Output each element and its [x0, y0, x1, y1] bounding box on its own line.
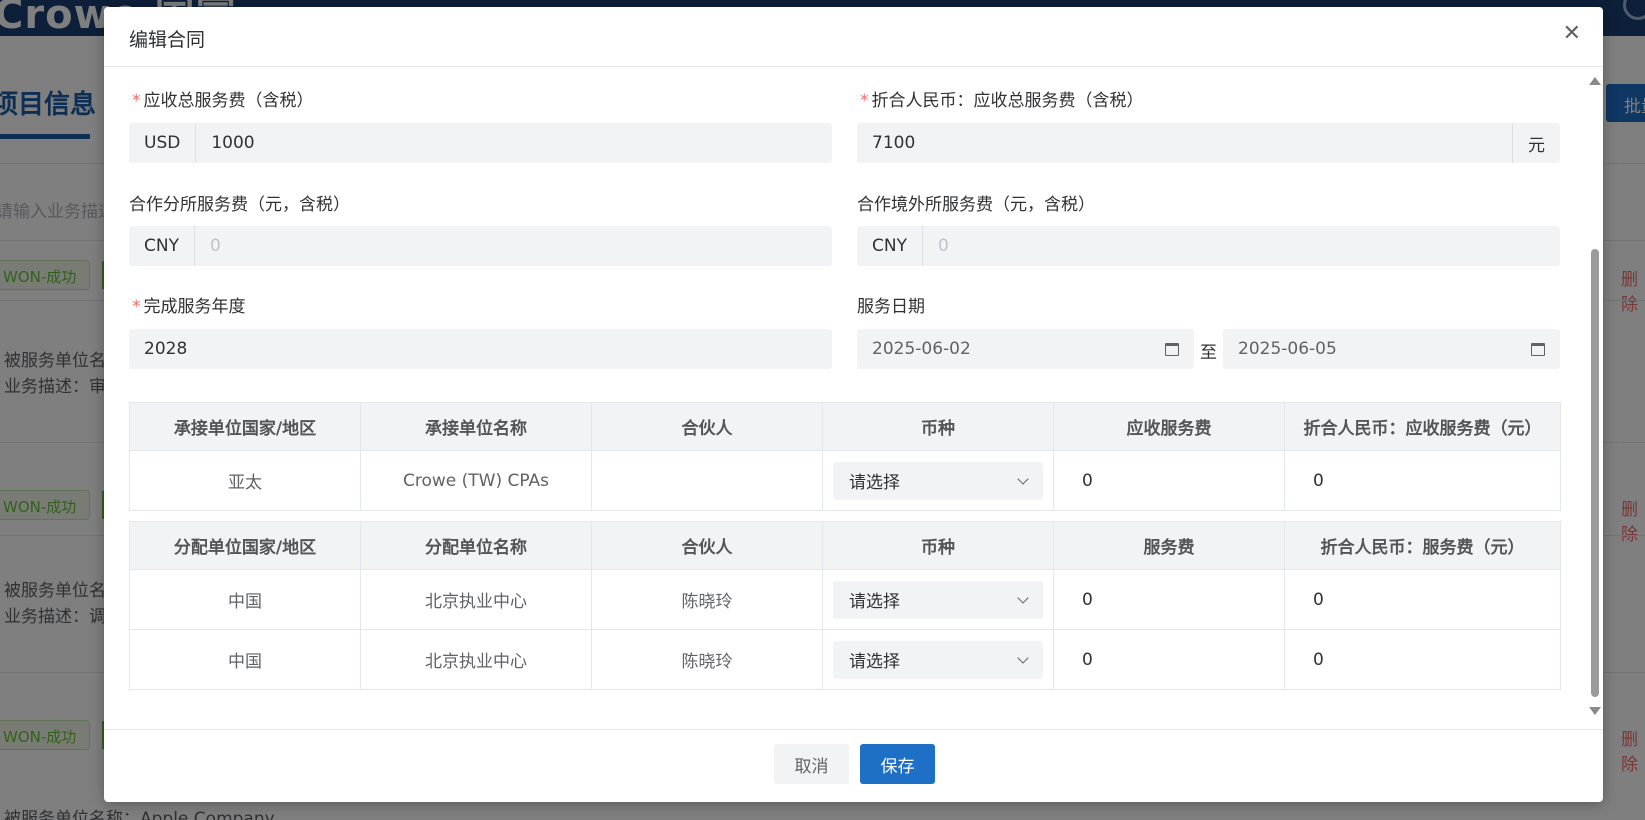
rmb-total-value[interactable]: 7100	[857, 133, 1512, 153]
undertake-unit-table: 承接单位国家/地区 承接单位名称 合伙人 币种 应收服务费 折合人民币：应收服务…	[129, 402, 1561, 511]
scroll-up-arrow-icon[interactable]	[1589, 77, 1601, 85]
service-year-value[interactable]: 2028	[129, 339, 832, 359]
service-date-end[interactable]: 2025-06-05	[1223, 329, 1560, 369]
column-header: 合伙人	[591, 402, 823, 451]
column-header: 承接单位名称	[360, 402, 592, 451]
unit-name-cell: 北京执业中心	[360, 629, 592, 690]
rmb-fee-cell: 0	[1284, 569, 1561, 630]
date-range-separator: 至	[1200, 343, 1217, 363]
currency-select-value: 请选择	[849, 592, 900, 612]
column-header: 承接单位国家/地区	[129, 402, 361, 451]
currency-prefix: CNY	[129, 226, 195, 266]
overseas-fee-label: 合作境外所服务费（元，含税）	[857, 195, 1095, 215]
dialog-footer: 取消 保存	[104, 729, 1603, 802]
partner-cell: 陈晓玲	[591, 629, 823, 690]
currency-select[interactable]: 请选择	[833, 640, 1043, 679]
column-header: 币种	[822, 402, 1054, 451]
unit-name-cell: 北京执业中心	[360, 569, 592, 630]
table-header-row: 分配单位国家/地区 分配单位名称 合伙人 币种 服务费 折合人民币：服务费（元）	[129, 521, 1561, 570]
rmb-fee-cell: 0	[1284, 450, 1561, 511]
column-header: 合伙人	[591, 521, 823, 570]
column-header: 应收服务费	[1053, 402, 1285, 451]
save-button[interactable]: 保存	[860, 744, 935, 784]
receivable-total-value[interactable]: 1000	[196, 133, 832, 153]
currency-prefix: USD	[129, 123, 197, 163]
edit-contract-dialog: 编辑合同 ✕ * 应收总服务费（含税） USD 1000 * 折合人民币：应收总服务…	[104, 7, 1603, 802]
service-year-field[interactable]: 2028	[129, 329, 832, 369]
service-year-label: * 完成服务年度	[132, 297, 246, 317]
partner-cell: 陈晓玲	[591, 569, 823, 630]
currency-prefix: CNY	[857, 226, 923, 266]
overseas-fee-field[interactable]: CNY 0	[857, 226, 1560, 266]
fee-cell[interactable]: 0	[1053, 569, 1285, 630]
region-cell: 中国	[129, 629, 361, 690]
calendar-icon	[1531, 342, 1545, 356]
receivable-total-label: * 应收总服务费（含税）	[132, 91, 314, 111]
region-cell: 亚太	[129, 450, 361, 511]
column-header: 分配单位名称	[360, 521, 592, 570]
allocate-unit-table: 分配单位国家/地区 分配单位名称 合伙人 币种 服务费 折合人民币：服务费（元）…	[129, 521, 1561, 690]
fee-cell[interactable]: 0	[1053, 450, 1285, 511]
currency-select-value: 请选择	[849, 473, 900, 493]
scrollbar-thumb[interactable]	[1591, 249, 1599, 697]
column-header: 折合人民币：应收服务费（元）	[1284, 402, 1561, 451]
column-header: 分配单位国家/地区	[129, 521, 361, 570]
currency-select-value: 请选择	[849, 652, 900, 672]
calendar-icon	[1165, 342, 1179, 356]
service-date-label: 服务日期	[857, 297, 925, 317]
currency-cell: 请选择	[822, 569, 1054, 630]
table-row: 中国 北京执业中心 陈晓玲 请选择 0 0	[129, 569, 1561, 630]
column-header: 服务费	[1053, 521, 1285, 570]
branch-fee-label: 合作分所服务费（元，含税）	[129, 195, 350, 215]
rmb-total-field[interactable]: 7100 元	[857, 123, 1560, 163]
currency-select[interactable]: 请选择	[833, 580, 1043, 619]
branch-fee-field[interactable]: CNY 0	[129, 226, 832, 266]
column-header: 折合人民币：服务费（元）	[1284, 521, 1561, 570]
region-cell: 中国	[129, 569, 361, 630]
currency-select[interactable]: 请选择	[833, 461, 1043, 500]
unit-name-cell: Crowe (TW) CPAs	[360, 450, 592, 511]
dialog-header: 编辑合同 ✕	[104, 7, 1603, 67]
service-date-start[interactable]: 2025-06-02	[857, 329, 1194, 369]
chevron-down-icon	[1017, 651, 1029, 664]
branch-fee-input[interactable]: 0	[195, 236, 832, 256]
rmb-fee-cell: 0	[1284, 629, 1561, 690]
partner-cell	[591, 450, 823, 511]
table-header-row: 承接单位国家/地区 承接单位名称 合伙人 币种 应收服务费 折合人民币：应收服务…	[129, 402, 1561, 451]
rmb-total-label: * 折合人民币：应收总服务费（含税）	[860, 91, 1144, 111]
table-row: 亚太 Crowe (TW) CPAs 请选择 0 0	[129, 450, 1561, 511]
dialog-body[interactable]: * 应收总服务费（含税） USD 1000 * 折合人民币：应收总服务费（含税） 7…	[104, 68, 1603, 729]
dialog-title: 编辑合同	[129, 29, 206, 51]
scroll-down-arrow-icon[interactable]	[1589, 707, 1601, 715]
service-date-end-value: 2025-06-05	[1238, 339, 1337, 359]
currency-cell: 请选择	[822, 629, 1054, 690]
column-header: 币种	[822, 521, 1054, 570]
currency-cell: 请选择	[822, 450, 1054, 511]
fee-cell[interactable]: 0	[1053, 629, 1285, 690]
receivable-total-field[interactable]: USD 1000	[129, 123, 832, 163]
service-date-start-value: 2025-06-02	[872, 339, 971, 359]
cancel-button[interactable]: 取消	[774, 744, 849, 784]
chevron-down-icon	[1017, 472, 1029, 485]
chevron-down-icon	[1017, 591, 1029, 604]
overseas-fee-input[interactable]: 0	[923, 236, 1560, 256]
table-row: 中国 北京执业中心 陈晓玲 请选择 0 0	[129, 629, 1561, 690]
close-icon[interactable]: ✕	[1563, 23, 1581, 45]
unit-suffix: 元	[1512, 123, 1560, 163]
